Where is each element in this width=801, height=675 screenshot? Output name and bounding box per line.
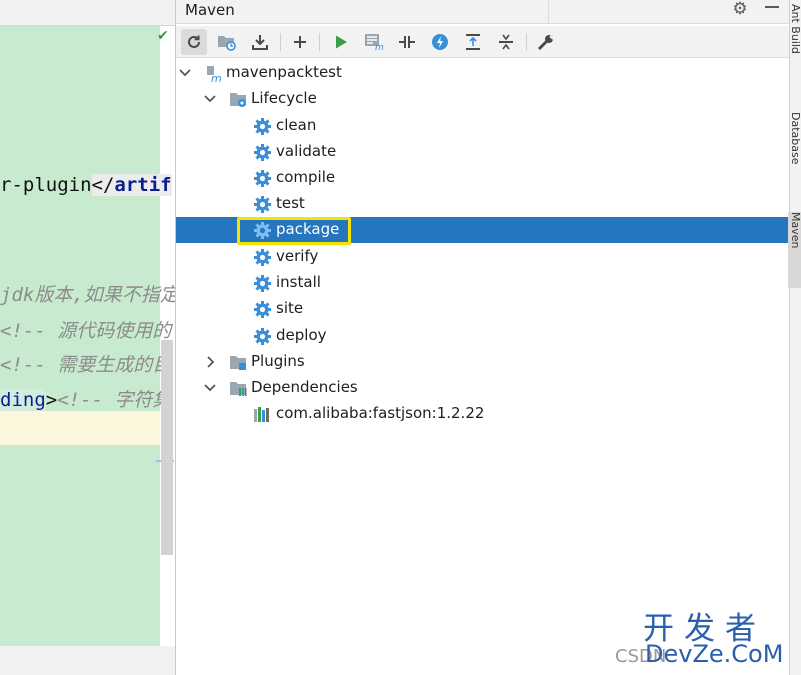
gear-icon xyxy=(254,170,271,187)
dependency-item[interactable]: com.alibaba:fastjson:1.2.22 xyxy=(176,401,790,427)
goal-label: compile xyxy=(276,168,336,186)
folder-refresh-icon[interactable] xyxy=(214,29,240,55)
code-editor-fragment[interactable]: ✔ r-plugin</artif jdk版本,如果不指定 <!-- 源代码使用… xyxy=(0,0,175,675)
code-comment-line: <!-- 需要生成的目 xyxy=(0,354,172,376)
header-divider xyxy=(548,0,549,24)
maven-toolbar: m xyxy=(176,26,790,58)
minimize-icon[interactable] xyxy=(765,6,779,8)
goal-label: deploy xyxy=(276,326,327,344)
goal-label: clean xyxy=(276,116,317,134)
code-comment-line: jdk版本,如果不指定 xyxy=(0,284,175,306)
lifecycle-goal-verify[interactable]: verify xyxy=(176,244,790,270)
editor-tab-strip xyxy=(0,0,175,26)
toolbar-separator xyxy=(280,33,281,51)
offline-icon[interactable] xyxy=(394,29,420,55)
lifecycle-goal-validate[interactable]: validate xyxy=(176,139,790,165)
plugins-folder-icon xyxy=(230,356,246,370)
tree-label-dependencies: Dependencies xyxy=(251,378,358,396)
lifecycle-goal-deploy[interactable]: deploy xyxy=(176,323,790,349)
toolbar-separator xyxy=(319,33,320,51)
code-line-encoding: ding><!-- 字符集 xyxy=(0,385,171,412)
lifecycle-goal-compile[interactable]: compile xyxy=(176,165,790,191)
chevron-right-icon[interactable] xyxy=(203,354,217,370)
editor-scrollbar[interactable] xyxy=(161,340,173,555)
right-tool-strip: Ant Build Database Maven xyxy=(788,0,801,675)
chevron-down-icon[interactable] xyxy=(203,380,217,396)
tool-tab-database[interactable]: Database xyxy=(788,112,801,197)
collapse-icon[interactable] xyxy=(493,29,519,55)
code-tag: artif xyxy=(114,174,172,196)
code-comment-line: <!-- 源代码使用的 xyxy=(0,320,172,342)
code-bracket: </ xyxy=(91,174,115,196)
tree-node-lifecycle[interactable]: Lifecycle xyxy=(176,86,790,112)
gear-icon xyxy=(254,118,271,135)
lifecycle-goal-test[interactable]: test xyxy=(176,191,790,217)
lifecycle-folder-icon xyxy=(230,93,246,107)
tree-label-plugins: Plugins xyxy=(251,352,305,370)
editor-bottom-strip xyxy=(0,646,175,675)
goal-label: verify xyxy=(276,247,319,265)
goal-label: validate xyxy=(276,142,337,160)
dependency-label: com.alibaba:fastjson:1.2.22 xyxy=(276,404,485,422)
lifecycle-goal-package[interactable]: package xyxy=(176,217,790,245)
code-comment: <!-- 字符集 xyxy=(57,389,172,411)
maven-tool-window: Maven ⚙ m m mavenpacktest Lifecycle clea… xyxy=(175,0,790,675)
gear-icon xyxy=(254,275,271,292)
chevron-down-icon[interactable] xyxy=(178,65,192,81)
gear-icon xyxy=(254,301,271,318)
goal-label: install xyxy=(276,273,321,291)
tool-tab-maven[interactable]: Maven xyxy=(788,212,801,288)
gear-icon[interactable]: ⚙ xyxy=(730,0,750,20)
maven-title: Maven xyxy=(185,1,235,19)
lifecycle-goal-clean[interactable]: clean xyxy=(176,113,790,139)
gear-icon xyxy=(254,328,271,345)
lightning-icon[interactable] xyxy=(427,29,453,55)
gear-icon xyxy=(254,144,271,161)
tree-label-project: mavenpacktest xyxy=(226,63,342,81)
maven-header: Maven ⚙ xyxy=(176,0,790,24)
chevron-down-icon[interactable] xyxy=(203,91,217,107)
maven-project-icon: m xyxy=(207,66,222,83)
code-text: r-plugin xyxy=(0,174,92,196)
expand-icon[interactable] xyxy=(460,29,486,55)
library-icon xyxy=(254,407,269,422)
goal-label: site xyxy=(276,299,304,317)
tree-node-project[interactable]: m mavenpacktest xyxy=(176,60,790,86)
maven-goal-icon[interactable]: m xyxy=(361,29,387,55)
lifecycle-goal-site[interactable]: site xyxy=(176,296,790,322)
tree-label-lifecycle: Lifecycle xyxy=(251,89,317,107)
gear-icon xyxy=(254,249,271,266)
toolbar-separator xyxy=(526,33,527,51)
annotation-highlight-box xyxy=(237,217,351,245)
code-line-plugin: r-plugin</artif xyxy=(0,174,172,196)
lifecycle-goal-install[interactable]: install xyxy=(176,270,790,296)
refresh-icon[interactable] xyxy=(181,29,207,55)
tool-tab-ant-build[interactable]: Ant Build xyxy=(788,4,801,84)
dependencies-folder-icon xyxy=(230,382,247,396)
gear-icon xyxy=(254,196,271,213)
wrench-icon[interactable] xyxy=(533,29,559,55)
code-bracket: > xyxy=(45,389,58,411)
inspection-ok-icon: ✔ xyxy=(157,28,169,44)
tree-node-plugins[interactable]: Plugins xyxy=(176,349,790,375)
plus-icon[interactable] xyxy=(287,29,313,55)
svg-text:m: m xyxy=(375,43,384,51)
devze-watermark-en: DevZe.CoM xyxy=(645,640,784,668)
current-line-highlight xyxy=(0,411,160,445)
download-icon[interactable] xyxy=(247,29,273,55)
code-tag: ding xyxy=(0,389,46,411)
tree-node-dependencies[interactable]: Dependencies xyxy=(176,375,790,401)
svg-text:m: m xyxy=(211,72,222,83)
goal-label: test xyxy=(276,194,305,212)
run-icon[interactable] xyxy=(328,29,354,55)
